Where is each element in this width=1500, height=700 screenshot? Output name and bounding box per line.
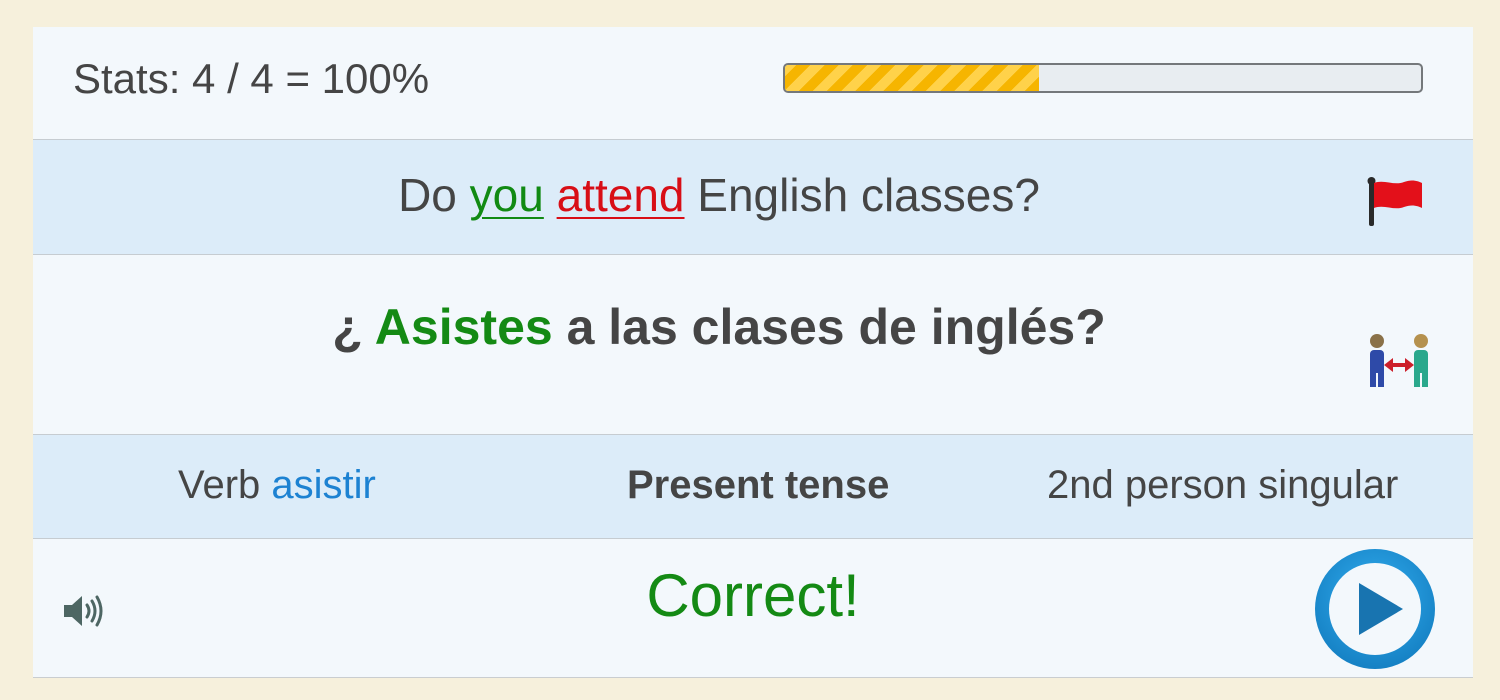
result-message: Correct! bbox=[646, 562, 860, 629]
prompt-word-attend[interactable]: attend bbox=[557, 169, 685, 221]
progress-fill bbox=[785, 65, 1040, 91]
answer-verb: Asistes bbox=[374, 299, 553, 355]
prompt-section: Do you attend English classes? bbox=[33, 140, 1473, 255]
verb-link[interactable]: asistir bbox=[271, 463, 375, 507]
stats-bar: Stats: 4 / 4 = 100% bbox=[33, 27, 1473, 140]
person-swap-icon[interactable] bbox=[1366, 333, 1432, 391]
prompt-sentence: Do you attend English classes? bbox=[33, 168, 1405, 222]
answer-prefix: ¿ bbox=[332, 299, 375, 355]
stats-text: Stats: 4 / 4 = 100% bbox=[73, 55, 430, 102]
result-section: Correct! bbox=[33, 539, 1473, 677]
exercise-card: Stats: 4 / 4 = 100% Do you attend Englis… bbox=[33, 27, 1473, 678]
answer-sentence: ¿ Asistes a las clases de inglés? bbox=[33, 298, 1405, 356]
verb-info: Verb asistir bbox=[178, 463, 376, 508]
answer-rest: a las clases de inglés? bbox=[552, 299, 1106, 355]
play-button-icon[interactable] bbox=[1313, 547, 1437, 671]
progress-bar bbox=[783, 63, 1423, 93]
prompt-word-you[interactable]: you bbox=[470, 169, 544, 221]
verb-label: Verb bbox=[178, 463, 272, 507]
grammar-info-bar: Verb asistir Present tense 2nd person si… bbox=[33, 435, 1473, 539]
person-label: 2nd person singular bbox=[1047, 463, 1399, 507]
prompt-text-before: Do bbox=[398, 169, 470, 221]
prompt-text-after: English classes? bbox=[684, 169, 1040, 221]
answer-section: ¿ Asistes a las clases de inglés? bbox=[33, 255, 1473, 435]
red-flag-icon[interactable] bbox=[1366, 176, 1426, 228]
tense-label: Present tense bbox=[627, 463, 890, 507]
